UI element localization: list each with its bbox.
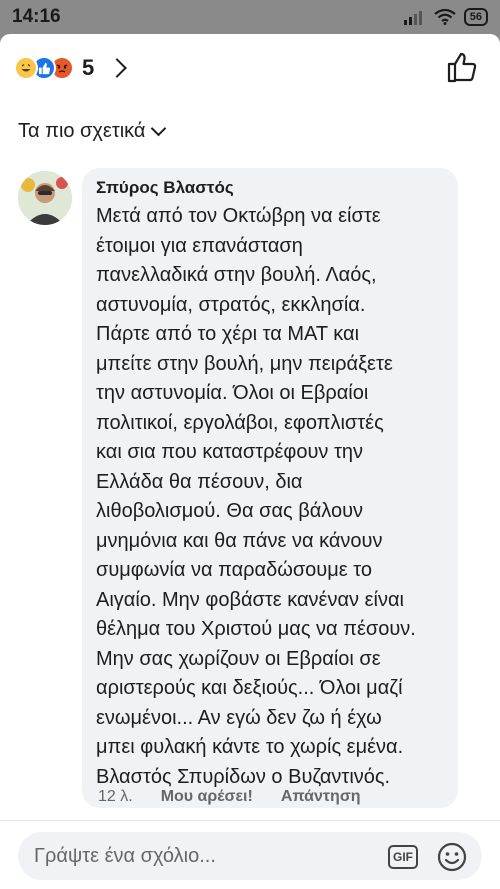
comment-bubble: Σπύρος Βλαστός Μετά από τον Οκτώβρη να ε… <box>82 168 458 808</box>
emoji-icon[interactable] <box>436 841 468 873</box>
comment-composer: Γράψτε ένα σχόλιο... GIF <box>0 820 500 889</box>
status-icons: 56 <box>403 8 488 26</box>
comment-input-placeholder: Γράψτε ένα σχόλιο... <box>34 844 216 867</box>
sort-dropdown[interactable]: Τα πιο σχετικά <box>18 116 167 146</box>
comment-author[interactable]: Σπύρος Βλαστός <box>96 178 444 198</box>
reply-button[interactable]: Απάντηση <box>281 788 361 806</box>
battery-indicator: 56 <box>463 8 488 26</box>
signal-icon <box>403 11 422 25</box>
gif-icon[interactable]: GIF <box>388 845 418 869</box>
comment-input[interactable]: Γράψτε ένα σχόλιο... GIF <box>18 832 482 880</box>
haha-icon <box>14 56 38 80</box>
status-time: 14:16 <box>12 6 61 27</box>
reaction-count: 5 <box>82 55 95 80</box>
reactions-summary[interactable]: 5 <box>0 34 500 102</box>
avatar[interactable] <box>18 171 72 225</box>
status-bar: 14:16 56 <box>0 0 500 34</box>
chevron-down-icon <box>151 120 167 137</box>
comment-actions: 12 λ. Μου αρέσει! Απάντηση <box>98 788 361 806</box>
comment-timestamp: 12 λ. <box>98 788 133 805</box>
chevron-right-icon <box>107 58 128 78</box>
like-post-button[interactable] <box>446 50 480 84</box>
thumbs-up-icon <box>447 52 477 83</box>
sort-label: Τα πιο σχετικά <box>18 119 146 142</box>
comment-text: Μετά από τον Οκτώβρη να είστε έτοιμοι γι… <box>96 205 416 788</box>
reaction-icons <box>14 56 74 80</box>
comments-sheet: 5 Τα πιο σχετικά Σπύρος Βλαστός Μετά από… <box>0 34 500 889</box>
like-comment-button[interactable]: Μου αρέσει! <box>161 788 253 806</box>
wifi-icon <box>434 9 456 25</box>
